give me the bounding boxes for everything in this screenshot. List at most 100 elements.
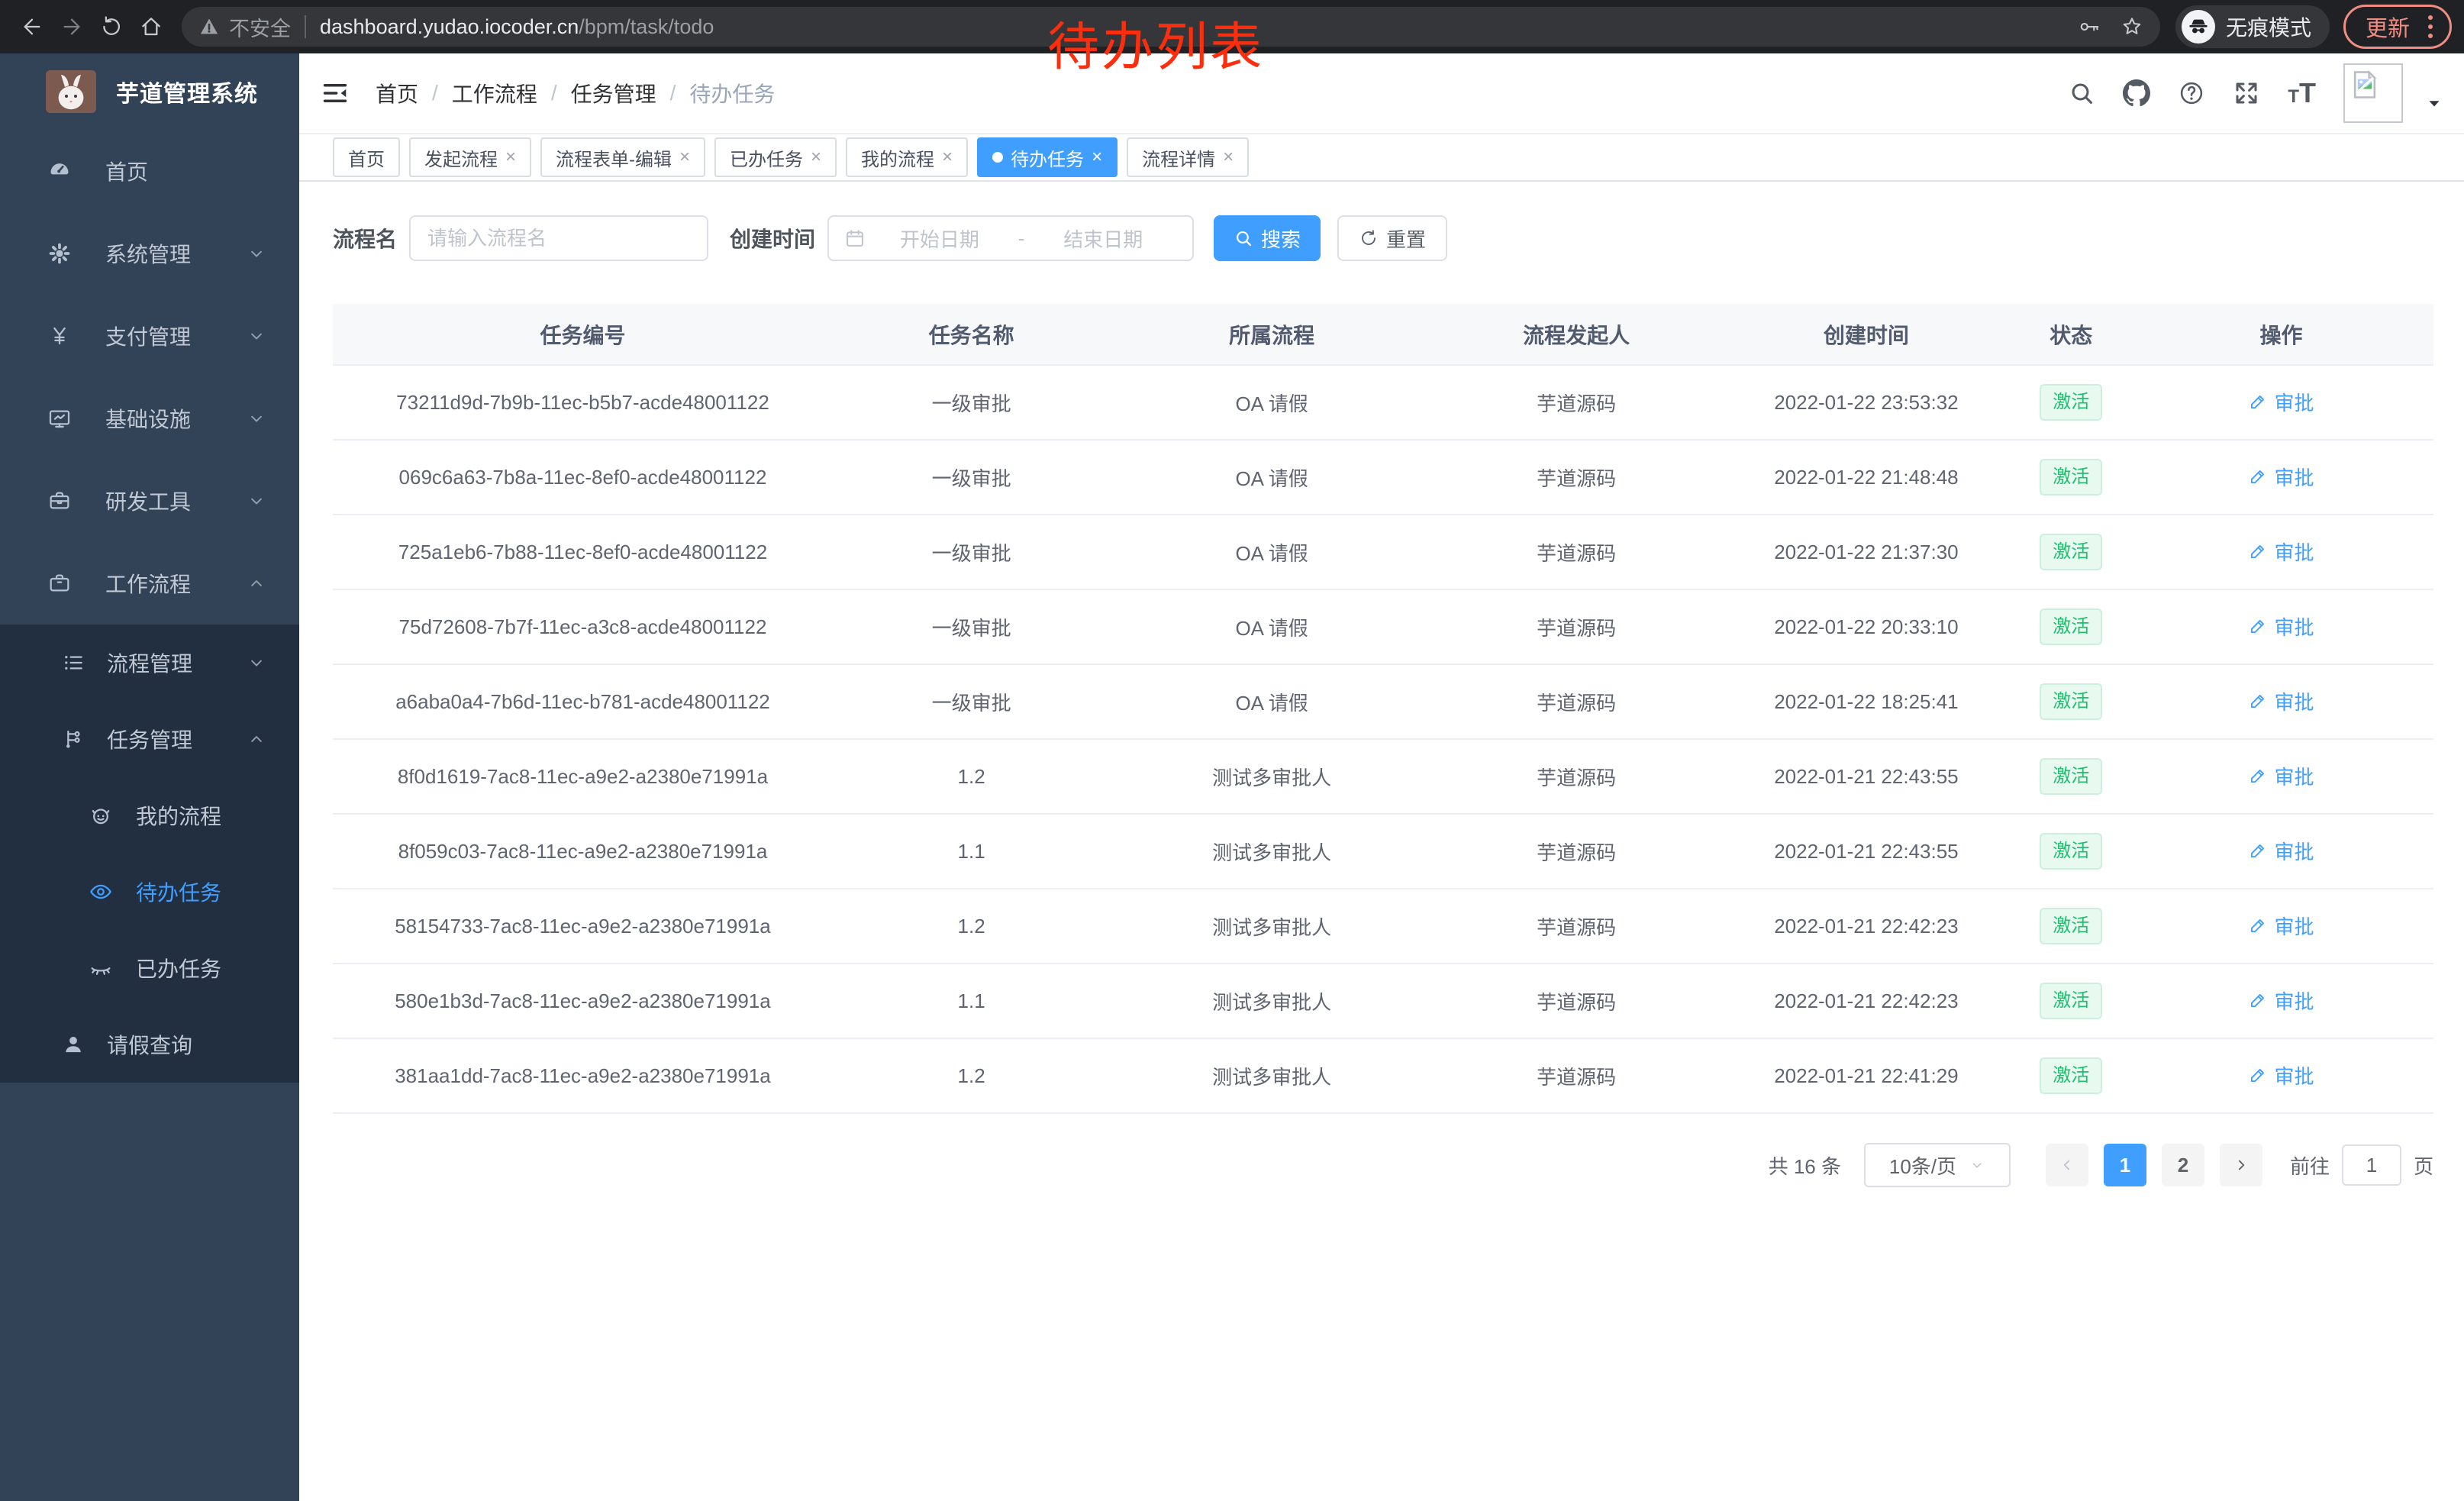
- cell-action: 审批: [2129, 739, 2433, 814]
- sidebar-item-process-mgmt[interactable]: 流程管理: [0, 625, 299, 701]
- cell-time: 2022-01-22 21:37:30: [1719, 515, 2013, 589]
- cell-process: OA 请假: [1110, 440, 1434, 515]
- tab-close-icon[interactable]: ×: [811, 148, 821, 166]
- breadcrumb-item: 待办任务: [689, 78, 775, 108]
- status-badge: 激活: [2040, 758, 2102, 795]
- tab-已办任务[interactable]: 已办任务×: [714, 137, 837, 177]
- approve-link[interactable]: 审批: [2248, 986, 2314, 1015]
- breadcrumb-item[interactable]: 任务管理: [571, 78, 656, 108]
- approve-link[interactable]: 审批: [2248, 388, 2314, 416]
- pencil-icon: [2248, 841, 2268, 860]
- approve-link[interactable]: 审批: [2248, 837, 2314, 865]
- avatar[interactable]: [2343, 63, 2403, 123]
- app-logo[interactable]: 芋道管理系统: [0, 53, 299, 130]
- cell-action: 审批: [2129, 664, 2433, 739]
- sidebar-item-infra[interactable]: 基础设施: [0, 377, 299, 460]
- font-size-icon[interactable]: TT: [2288, 77, 2316, 109]
- cell-id: 381aa1dd-7ac8-11ec-a9e2-a2380e71991a: [333, 1038, 833, 1113]
- sidebar-item-my-process[interactable]: 我的流程: [0, 777, 299, 854]
- browser-reload-button[interactable]: [92, 7, 131, 47]
- fullscreen-icon[interactable]: [2233, 79, 2260, 107]
- cell-id: 58154733-7ac8-11ec-a9e2-a2380e71991a: [333, 889, 833, 964]
- tab-流程详情[interactable]: 流程详情×: [1127, 137, 1249, 177]
- date-range-picker[interactable]: 开始日期 - 结束日期: [827, 215, 1194, 261]
- sidebar-item-payment[interactable]: 支付管理: [0, 295, 299, 377]
- page-button-2[interactable]: 2: [2162, 1144, 2204, 1186]
- page-url[interactable]: dashboard.yudao.iocoder.cn/bpm/task/todo: [320, 15, 714, 39]
- sidebar-item-done-task[interactable]: 已办任务: [0, 930, 299, 1006]
- sidebar-item-leave-query[interactable]: 请假查询: [0, 1006, 299, 1083]
- tab-发起流程[interactable]: 发起流程×: [409, 137, 531, 177]
- bookmark-star-icon[interactable]: [2121, 15, 2143, 38]
- tab-首页[interactable]: 首页: [333, 137, 400, 177]
- pencil-icon: [2248, 915, 2268, 935]
- browser-update-button[interactable]: 更新: [2343, 5, 2452, 49]
- approve-link[interactable]: 审批: [2248, 687, 2314, 715]
- total-count: 共 16 条: [1769, 1151, 1841, 1180]
- security-warning-icon[interactable]: [198, 16, 220, 37]
- column-header-所属流程: 所属流程: [1110, 304, 1434, 365]
- cell-name: 1.2: [833, 1038, 1110, 1113]
- browser-home-button[interactable]: [131, 7, 171, 47]
- tab-close-icon[interactable]: ×: [505, 148, 516, 166]
- tab-close-icon[interactable]: ×: [942, 148, 953, 166]
- cell-process: OA 请假: [1110, 515, 1434, 589]
- approve-link[interactable]: 审批: [2248, 912, 2314, 940]
- browser-back-button[interactable]: [12, 7, 52, 47]
- tab-流程表单-编辑[interactable]: 流程表单-编辑×: [540, 137, 705, 177]
- hamburger-icon[interactable]: [321, 79, 350, 108]
- page-size-select[interactable]: 10条/页: [1864, 1143, 2011, 1187]
- sidebar-item-workflow[interactable]: 工作流程: [0, 542, 299, 625]
- search-button[interactable]: 搜索: [1214, 215, 1321, 261]
- sidebar-item-todo-task[interactable]: 待办任务: [0, 854, 299, 930]
- cell-process: 测试多审批人: [1110, 1038, 1434, 1113]
- reset-button[interactable]: 重置: [1337, 215, 1447, 261]
- sidebar-item-system[interactable]: 系统管理: [0, 212, 299, 295]
- tab-close-icon[interactable]: ×: [1092, 148, 1102, 166]
- next-page-button[interactable]: [2220, 1144, 2262, 1186]
- approve-link[interactable]: 审批: [2248, 1061, 2314, 1089]
- approve-link[interactable]: 审批: [2248, 463, 2314, 491]
- breadcrumb-item[interactable]: 工作流程: [452, 78, 537, 108]
- address-bar[interactable]: 不安全 dashboard.yudao.iocoder.cn/bpm/task/…: [182, 7, 2160, 47]
- tab-label: 首页: [348, 144, 385, 171]
- approve-link[interactable]: 审批: [2248, 762, 2314, 790]
- prev-page-button[interactable]: [2046, 1144, 2088, 1186]
- avatar-caret-icon[interactable]: [2424, 93, 2444, 113]
- help-icon[interactable]: [2178, 79, 2205, 107]
- sidebar-item-devtools[interactable]: 研发工具: [0, 460, 299, 542]
- end-date-placeholder[interactable]: 结束日期: [1029, 224, 1177, 253]
- pagination: 共 16 条 10条/页 12 前往 页: [333, 1143, 2433, 1187]
- browser-forward-button[interactable]: [52, 7, 92, 47]
- tab-close-icon[interactable]: ×: [1223, 148, 1234, 166]
- tab-close-icon[interactable]: ×: [679, 148, 690, 166]
- goto-page-input[interactable]: [2342, 1144, 2401, 1186]
- address-separator: [305, 15, 306, 38]
- search-icon[interactable]: [2068, 79, 2095, 107]
- approve-link[interactable]: 审批: [2248, 537, 2314, 566]
- start-date-placeholder[interactable]: 开始日期: [866, 224, 1014, 253]
- pencil-icon: [2248, 766, 2268, 786]
- tab-我的流程[interactable]: 我的流程×: [846, 137, 968, 177]
- column-header-任务名称: 任务名称: [833, 304, 1110, 365]
- tab-待办任务[interactable]: 待办任务×: [977, 137, 1118, 177]
- page-unit-label: 页: [2414, 1151, 2433, 1180]
- cell-time: 2022-01-21 22:42:23: [1719, 964, 2013, 1038]
- page-button-1[interactable]: 1: [2104, 1144, 2146, 1186]
- status-badge: 激活: [2040, 384, 2102, 421]
- github-icon[interactable]: [2123, 79, 2150, 107]
- sidebar-item-label: 任务管理: [107, 724, 192, 754]
- security-warning-label[interactable]: 不安全: [229, 12, 291, 42]
- sidebar-item-task-mgmt[interactable]: 任务管理: [0, 701, 299, 777]
- key-icon[interactable]: [2078, 15, 2101, 38]
- pencil-icon: [2248, 466, 2268, 486]
- cell-action: 审批: [2129, 440, 2433, 515]
- breadcrumb-item[interactable]: 首页: [376, 78, 418, 108]
- process-name-input[interactable]: [409, 215, 708, 261]
- sidebar-item-home[interactable]: 首页: [0, 130, 299, 212]
- url-domain: dashboard.yudao.iocoder.cn: [320, 15, 579, 38]
- table-header-row: 任务编号任务名称所属流程流程发起人创建时间状态操作: [333, 304, 2433, 365]
- update-label: 更新: [2366, 11, 2410, 43]
- browser-menu-icon[interactable]: [2422, 15, 2439, 38]
- approve-link[interactable]: 审批: [2248, 612, 2314, 641]
